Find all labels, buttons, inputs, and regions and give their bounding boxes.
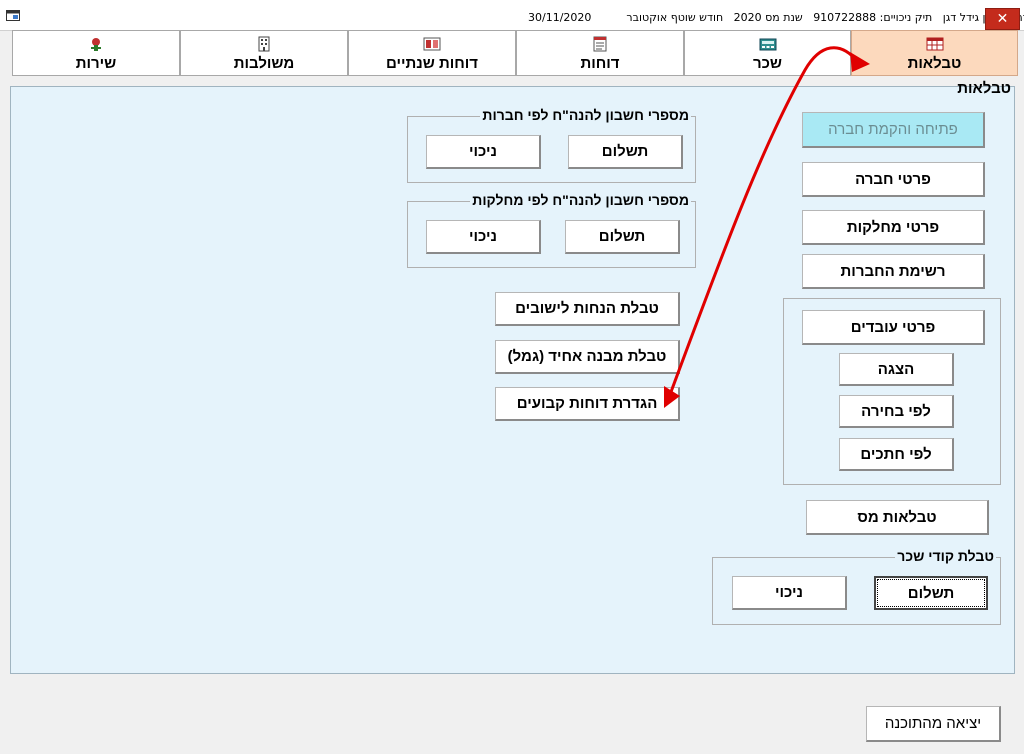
section-title: טבלאות (957, 80, 1011, 97)
departments-deduct-button[interactable]: ניכוי (426, 220, 541, 254)
tab-reports[interactable]: דוחות (516, 30, 684, 76)
companies-pay-button[interactable]: תשלום (568, 135, 683, 169)
fixed-reports-button[interactable]: הגדרת דוחות קבועים (495, 387, 680, 421)
employee-details-button[interactable]: פרטי עובדים (802, 310, 985, 345)
close-button[interactable]: ✕ (985, 8, 1020, 30)
tab-salary-label: שכר (752, 55, 783, 72)
companies-accounts-group-label: מספרי חשבון להנה"ח לפי חברות (480, 107, 691, 123)
department-details-button[interactable]: פרטי מחלקות (802, 210, 985, 245)
tax-tables-button[interactable]: טבלאות מס (806, 500, 989, 535)
calculator-icon (759, 38, 776, 51)
exit-button[interactable]: יציאה מהתוכנה (866, 706, 1001, 742)
uniform-structure-button[interactable]: טבלת מבנה אחיד (גמל) (495, 340, 680, 374)
combined-icon (258, 36, 270, 52)
title-bar: חברה 33 גנן גידל דגן תיק ניכויים: 910722… (0, 0, 1024, 31)
tab-annual-reports[interactable]: דוחות שנתיים (348, 30, 516, 76)
tab-reports-label: דוחות (580, 55, 620, 72)
salary-codes-group-label: טבלת קודי שכר (895, 548, 996, 564)
open-company-button[interactable]: פתיחה והקמת חברה (802, 112, 985, 148)
service-icon (91, 38, 101, 51)
display-button[interactable]: הצגה (839, 353, 954, 386)
tab-salary[interactable]: שכר (684, 30, 851, 76)
salary-codes-pay-button[interactable]: תשלום (874, 576, 988, 610)
app-window-icon (6, 10, 20, 21)
salary-codes-deduct-button[interactable]: ניכוי (732, 576, 847, 610)
tab-combined-label: משולבות (233, 55, 295, 72)
tab-tables-label: טבלאות (907, 55, 962, 72)
tab-tables[interactable]: טבלאות (851, 30, 1018, 76)
by-sections-button[interactable]: לפי חתכים (839, 438, 954, 471)
company-details-button[interactable]: פרטי חברה (802, 162, 985, 197)
annual-report-icon (423, 37, 441, 51)
company-list-button[interactable]: רשימת החברות (802, 254, 985, 289)
tab-service[interactable]: שירות (12, 30, 180, 76)
tab-annual-reports-label: דוחות שנתיים (385, 55, 479, 72)
tab-combined[interactable]: משולבות (180, 30, 348, 76)
tab-service-label: שירות (75, 55, 117, 72)
companies-deduct-button[interactable]: ניכוי (426, 135, 541, 169)
table-icon (926, 37, 943, 51)
by-selection-button[interactable]: לפי בחירה (839, 395, 954, 428)
departments-accounts-group-label: מספרי חשבון להנה"ח לפי מחלקות (470, 192, 691, 208)
settlement-discounts-button[interactable]: טבלת הנחות לישובים (495, 292, 680, 326)
report-icon (593, 36, 607, 52)
window-title: חברה 33 גנן גידל דגן תיק ניכויים: 910722… (528, 11, 1024, 24)
departments-pay-button[interactable]: תשלום (565, 220, 680, 254)
